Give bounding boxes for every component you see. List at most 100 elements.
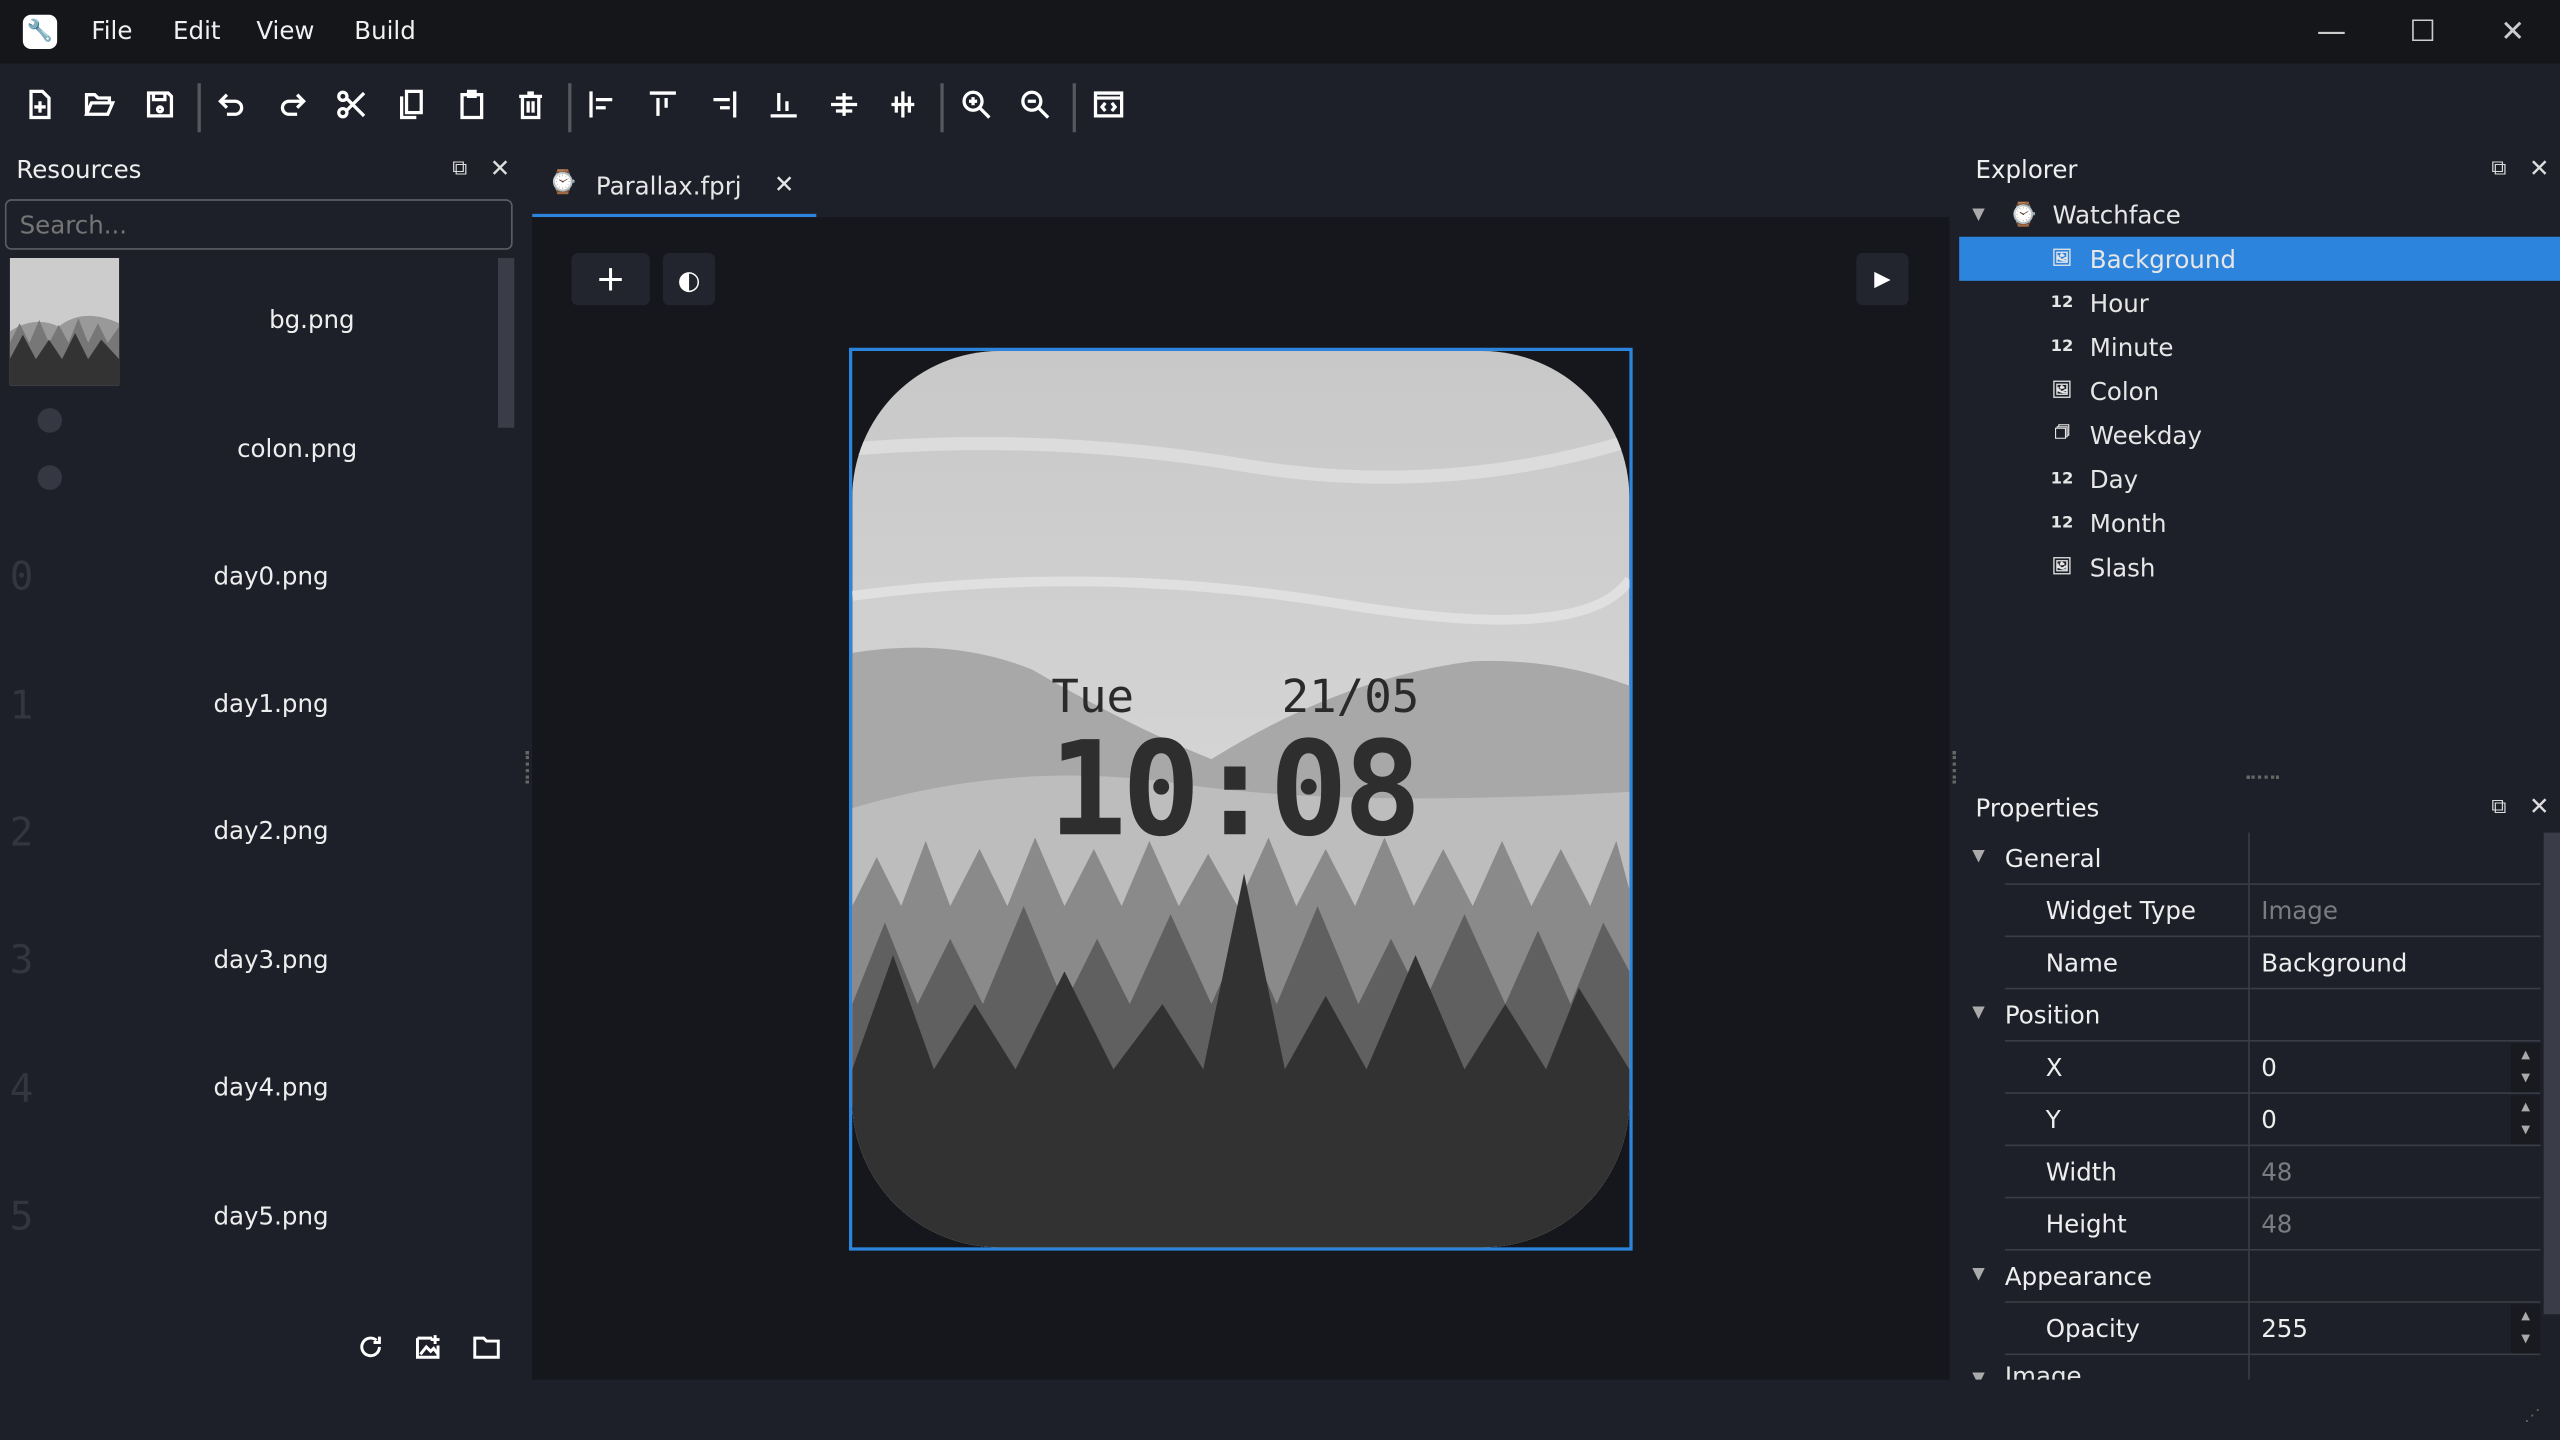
collapse-arrow-icon[interactable]: ▼	[1972, 1265, 1985, 1283]
group-label: Image	[2004, 1361, 2082, 1380]
dark-mode-button[interactable]: ◐	[662, 253, 716, 306]
y-field[interactable]: 0	[2261, 1105, 2277, 1134]
new-file-icon[interactable]	[18, 83, 60, 125]
add-widget-button[interactable]: +	[571, 253, 650, 306]
open-folder-icon[interactable]	[465, 1326, 507, 1368]
resource-search-input[interactable]	[4, 199, 513, 250]
title-bar: 🔧 File Edit View Build — ☐ ✕	[0, 0, 2560, 64]
number-icon: 12	[2050, 293, 2074, 312]
x-field[interactable]: 0	[2261, 1053, 2277, 1082]
menu-edit[interactable]: Edit	[173, 16, 220, 45]
collapse-arrow-icon[interactable]: ▼	[1972, 1004, 1985, 1022]
tab-parallax[interactable]: ⌚ Parallax.fprj ✕	[532, 155, 817, 218]
time-text[interactable]: 10:08	[1048, 713, 1422, 865]
play-preview-button[interactable]: ▶	[1856, 253, 1909, 306]
x-spinner[interactable]: ▲ ▼	[2511, 1043, 2541, 1093]
code-view-icon[interactable]	[1087, 83, 1129, 125]
align-vertical-center-icon[interactable]	[823, 83, 865, 125]
resource-item[interactable]: colon.png	[134, 434, 461, 463]
watch-icon: ⌚	[2009, 201, 2038, 228]
resource-item[interactable]: day0.png	[108, 562, 435, 591]
splitter-handle[interactable]	[2246, 775, 2280, 783]
open-folder-icon[interactable]	[78, 83, 120, 125]
resource-item[interactable]: day4.png	[108, 1073, 435, 1102]
menu-file[interactable]: File	[91, 16, 132, 45]
splitter-handle[interactable]	[1952, 751, 1960, 784]
minimize-button[interactable]: —	[2312, 13, 2351, 52]
collapse-arrow-icon[interactable]: ▼	[1972, 1370, 1985, 1380]
prop-opacity[interactable]: Opacity 255 ▲ ▼	[2004, 1303, 2541, 1356]
number-icon: 12	[2050, 514, 2074, 533]
resources-scrollbar[interactable]	[497, 257, 515, 428]
collapse-arrow-icon[interactable]: ▼	[1972, 206, 1985, 224]
resources-title: Resources	[16, 155, 142, 185]
cut-icon[interactable]	[330, 83, 372, 125]
resource-item[interactable]: day5.png	[108, 1202, 435, 1231]
tree-item-label: Background	[2089, 244, 2236, 274]
group-position[interactable]: ▼ Position	[1972, 989, 2541, 1042]
prop-value: 48	[2261, 1209, 2293, 1240]
close-window-button[interactable]: ✕	[2493, 13, 2532, 52]
app-logo-icon: 🔧	[22, 14, 58, 49]
toolbar	[0, 63, 2560, 146]
float-panel-icon[interactable]: ⧉	[452, 157, 467, 181]
tree-item-label: Slash	[2089, 552, 2156, 583]
collapse-arrow-icon[interactable]: ▼	[1972, 847, 1985, 865]
group-label: General	[2004, 844, 2102, 874]
group-image[interactable]: ▼ Image	[1972, 1355, 2540, 1380]
menu-view[interactable]: View	[256, 16, 314, 45]
undo-icon[interactable]	[211, 83, 253, 125]
close-panel-icon[interactable]: ✕	[2529, 792, 2550, 821]
close-panel-icon[interactable]: ✕	[2529, 153, 2550, 182]
tree-item-month[interactable]: 12 Month	[1959, 501, 2560, 545]
prop-x[interactable]: X 0 ▲ ▼	[2004, 1042, 2541, 1094]
y-spinner[interactable]: ▲ ▼	[2511, 1095, 2541, 1145]
refresh-icon[interactable]	[349, 1326, 391, 1368]
prop-height: Height 48	[2004, 1198, 2541, 1251]
tree-item-background[interactable]: 🖼 Background	[1959, 236, 2560, 281]
tree-item-day[interactable]: 12 Day	[1959, 457, 2560, 501]
tree-item-hour[interactable]: 12 Hour	[1959, 281, 2560, 325]
align-bottom-icon[interactable]	[762, 83, 804, 125]
float-panel-icon[interactable]: ⧉	[2491, 157, 2506, 181]
tree-item-slash[interactable]: 🖼 Slash	[1959, 545, 2560, 589]
maximize-button[interactable]: ☐	[2403, 13, 2442, 52]
resize-grip-icon[interactable]: ⋰	[2524, 1407, 2547, 1430]
close-panel-icon[interactable]: ✕	[490, 153, 511, 182]
save-icon[interactable]	[139, 83, 181, 125]
align-right-icon[interactable]	[702, 83, 744, 125]
tree-item-label: Minute	[2089, 332, 2174, 362]
paste-icon[interactable]	[451, 83, 493, 125]
delete-icon[interactable]	[509, 83, 551, 125]
align-top-icon[interactable]	[642, 83, 684, 125]
name-field[interactable]: Background	[2261, 949, 2407, 978]
prop-name[interactable]: Name Background	[2004, 937, 2541, 990]
resource-item[interactable]: day3.png	[108, 945, 435, 974]
tree-item-watchface[interactable]: ▼ ⌚ Watchface	[1959, 193, 2560, 237]
float-panel-icon[interactable]: ⧉	[2491, 795, 2506, 819]
opacity-field[interactable]: 255	[2261, 1314, 2308, 1343]
close-tab-icon[interactable]: ✕	[774, 170, 795, 199]
tree-item-label: Day	[2089, 464, 2139, 494]
resource-item[interactable]: day2.png	[108, 816, 435, 845]
align-horizontal-center-icon[interactable]	[882, 83, 924, 125]
zoom-in-icon[interactable]	[955, 83, 997, 125]
redo-icon[interactable]	[271, 83, 313, 125]
resource-item[interactable]: bg.png	[149, 305, 476, 334]
resource-item[interactable]: day1.png	[108, 689, 435, 718]
properties-scrollbar[interactable]	[2543, 832, 2560, 1315]
tree-item-weekday[interactable]: 🗇 Weekday	[1959, 413, 2560, 457]
group-appearance[interactable]: ▼ Appearance	[1972, 1251, 2541, 1303]
design-canvas[interactable]: + ◐ ▶ Tue 21/05 10:08	[532, 217, 1950, 1380]
group-general[interactable]: ▼ General	[1972, 833, 2541, 885]
align-left-icon[interactable]	[581, 83, 623, 125]
add-image-icon[interactable]	[407, 1326, 449, 1368]
opacity-spinner[interactable]: ▲ ▼	[2511, 1304, 2541, 1354]
menu-build[interactable]: Build	[354, 16, 415, 45]
copy-icon[interactable]	[390, 83, 432, 125]
zoom-out-icon[interactable]	[1014, 83, 1056, 125]
selected-widget-frame[interactable]: Tue 21/05 10:08	[848, 347, 1633, 1251]
prop-y[interactable]: Y 0 ▲ ▼	[2004, 1094, 2541, 1147]
tree-item-colon[interactable]: 🖼 Colon	[1959, 369, 2560, 413]
tree-item-minute[interactable]: 12 Minute	[1959, 325, 2560, 369]
